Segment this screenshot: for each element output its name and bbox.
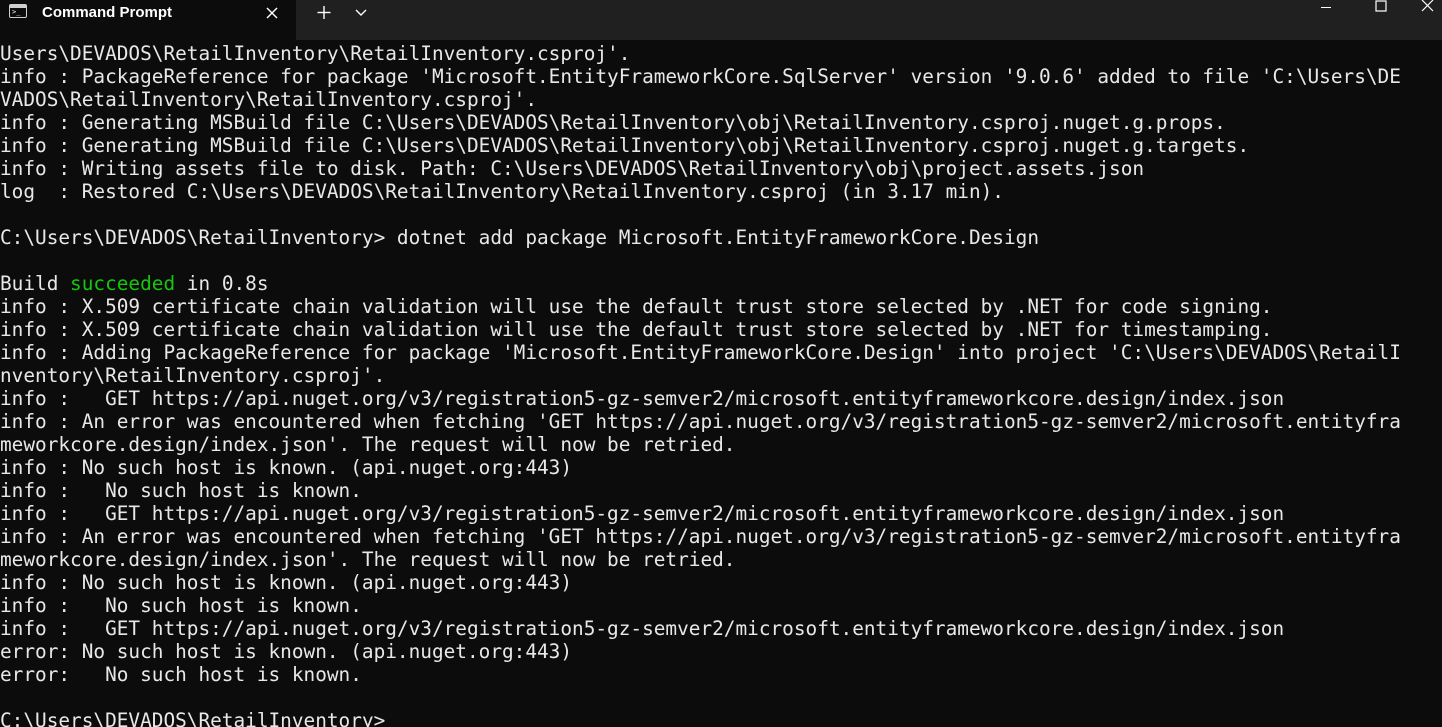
terminal-lines: Users\DEVADOS\RetailInventory\RetailInve…: [0, 42, 1442, 727]
terminal-line: info : Writing assets file to disk. Path…: [0, 157, 1145, 180]
build-prefix: Build: [0, 272, 71, 295]
title-bar: >_ Command Prompt: [0, 0, 1442, 40]
minimize-button[interactable]: [1303, 0, 1349, 18]
tab-title: Command Prompt: [42, 4, 173, 21]
terminal-line: info : No such host is known. (api.nuget…: [0, 456, 573, 479]
error-line: error: No such host is known.: [0, 663, 362, 686]
build-status-line: Build succeeded in 0.8s: [0, 272, 1442, 295]
terminal-line: info : No such host is known.: [0, 479, 362, 502]
terminal-line: info : No such host is known. (api.nuget…: [0, 571, 573, 594]
terminal-line: info : An error was encountered when fet…: [0, 525, 1401, 548]
maximize-button[interactable]: [1358, 0, 1404, 18]
build-suffix: in 0.8s: [175, 272, 269, 295]
terminal-line: log : Restored C:\Users\DEVADOS\RetailIn…: [0, 180, 1004, 203]
new-tab-button[interactable]: [310, 0, 338, 26]
terminal-line: meworkcore.design/index.json'. The reque…: [0, 433, 736, 456]
prompt-line[interactable]: C:\Users\DEVADOS\RetailInventory>: [0, 709, 1442, 727]
tab-command-prompt[interactable]: >_ Command Prompt: [0, 0, 296, 40]
terminal-line: info : GET https://api.nuget.org/v3/regi…: [0, 617, 1285, 640]
terminal-line: info : GET https://api.nuget.org/v3/regi…: [0, 502, 1285, 525]
terminal-line: info : Adding PackageReference for packa…: [0, 341, 1401, 364]
terminal-line: info : No such host is known.: [0, 594, 362, 617]
terminal-line: VADOS\RetailInventory\RetailInventory.cs…: [0, 88, 538, 111]
chevron-down-icon: [355, 9, 367, 16]
terminal-line: info : GET https://api.nuget.org/v3/regi…: [0, 387, 1285, 410]
terminal-line: info : PackageReference for package 'Mic…: [0, 65, 1401, 88]
terminal-line: meworkcore.design/index.json'. The reque…: [0, 548, 736, 571]
close-window-button[interactable]: [1412, 0, 1442, 18]
terminal-line: info : X.509 certificate chain validatio…: [0, 318, 1273, 341]
tab-close-button[interactable]: [260, 2, 284, 24]
terminal-output[interactable]: Users\DEVADOS\RetailInventory\RetailInve…: [0, 40, 1442, 727]
terminal-line: info : X.509 certificate chain validatio…: [0, 295, 1273, 318]
maximize-icon: [1375, 0, 1387, 12]
terminal-line: nventory\RetailInventory.csproj'.: [0, 364, 386, 387]
build-succeeded-text: succeeded: [70, 272, 176, 295]
command-line: C:\Users\DEVADOS\RetailInventory> dotnet…: [0, 226, 1039, 249]
terminal-line: info : Generating MSBuild file C:\Users\…: [0, 111, 1226, 134]
terminal-line: info : An error was encountered when fet…: [0, 410, 1401, 433]
terminal-line: info : Generating MSBuild file C:\Users\…: [0, 134, 1250, 157]
close-icon: [266, 7, 278, 19]
error-line: error: No such host is known. (api.nuget…: [0, 640, 573, 663]
tab-dropdown-button[interactable]: [348, 0, 374, 26]
minimize-icon: [1321, 7, 1331, 8]
terminal-icon: >_: [9, 4, 27, 18]
plus-icon: [317, 6, 331, 19]
close-icon: [1421, 0, 1434, 12]
terminal-window: >_ Command Prompt Users\DEVADOS\RetailIn…: [0, 0, 1442, 727]
terminal-line: Users\DEVADOS\RetailInventory\RetailInve…: [0, 42, 631, 65]
